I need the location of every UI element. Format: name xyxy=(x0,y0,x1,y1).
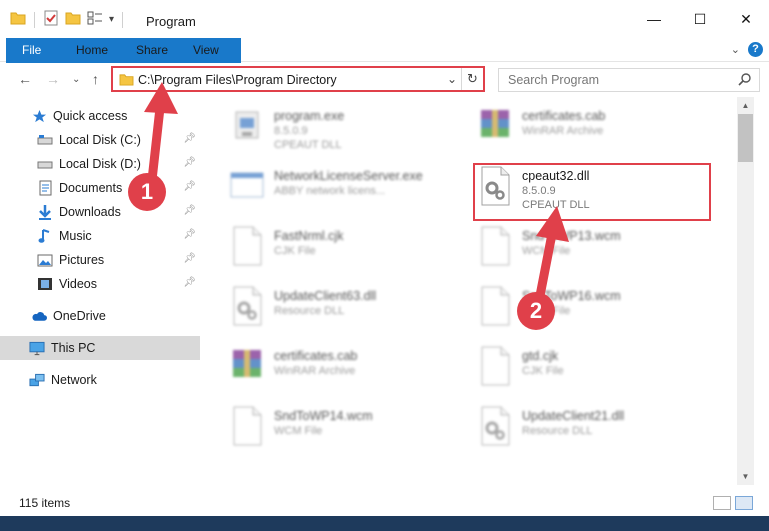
arrow-1 xyxy=(144,82,178,185)
step-badge-1: 1 xyxy=(128,173,166,211)
step-badge-2: 2 xyxy=(517,292,555,330)
annotation-arrows xyxy=(144,82,569,311)
arrow-2 xyxy=(533,206,569,311)
